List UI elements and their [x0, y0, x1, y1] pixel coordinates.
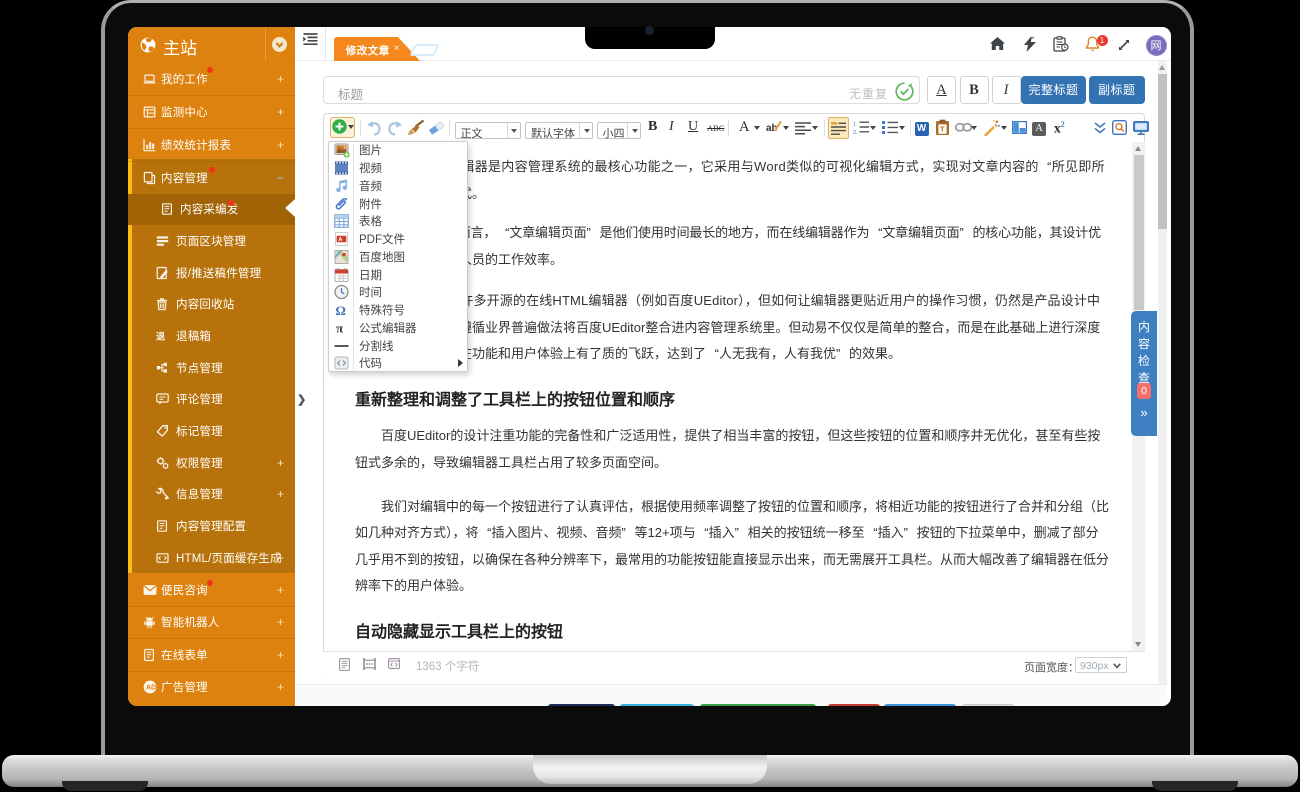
- svg-text:π: π: [336, 320, 343, 335]
- svg-text:T: T: [940, 125, 945, 134]
- svg-text:退: 退: [156, 331, 165, 341]
- svg-text:2.: 2.: [853, 130, 858, 135]
- svg-text:1.: 1.: [853, 122, 858, 128]
- svg-text:AD: AD: [146, 685, 156, 692]
- svg-text:A: A: [338, 237, 342, 243]
- svg-text:Ω: Ω: [336, 303, 346, 318]
